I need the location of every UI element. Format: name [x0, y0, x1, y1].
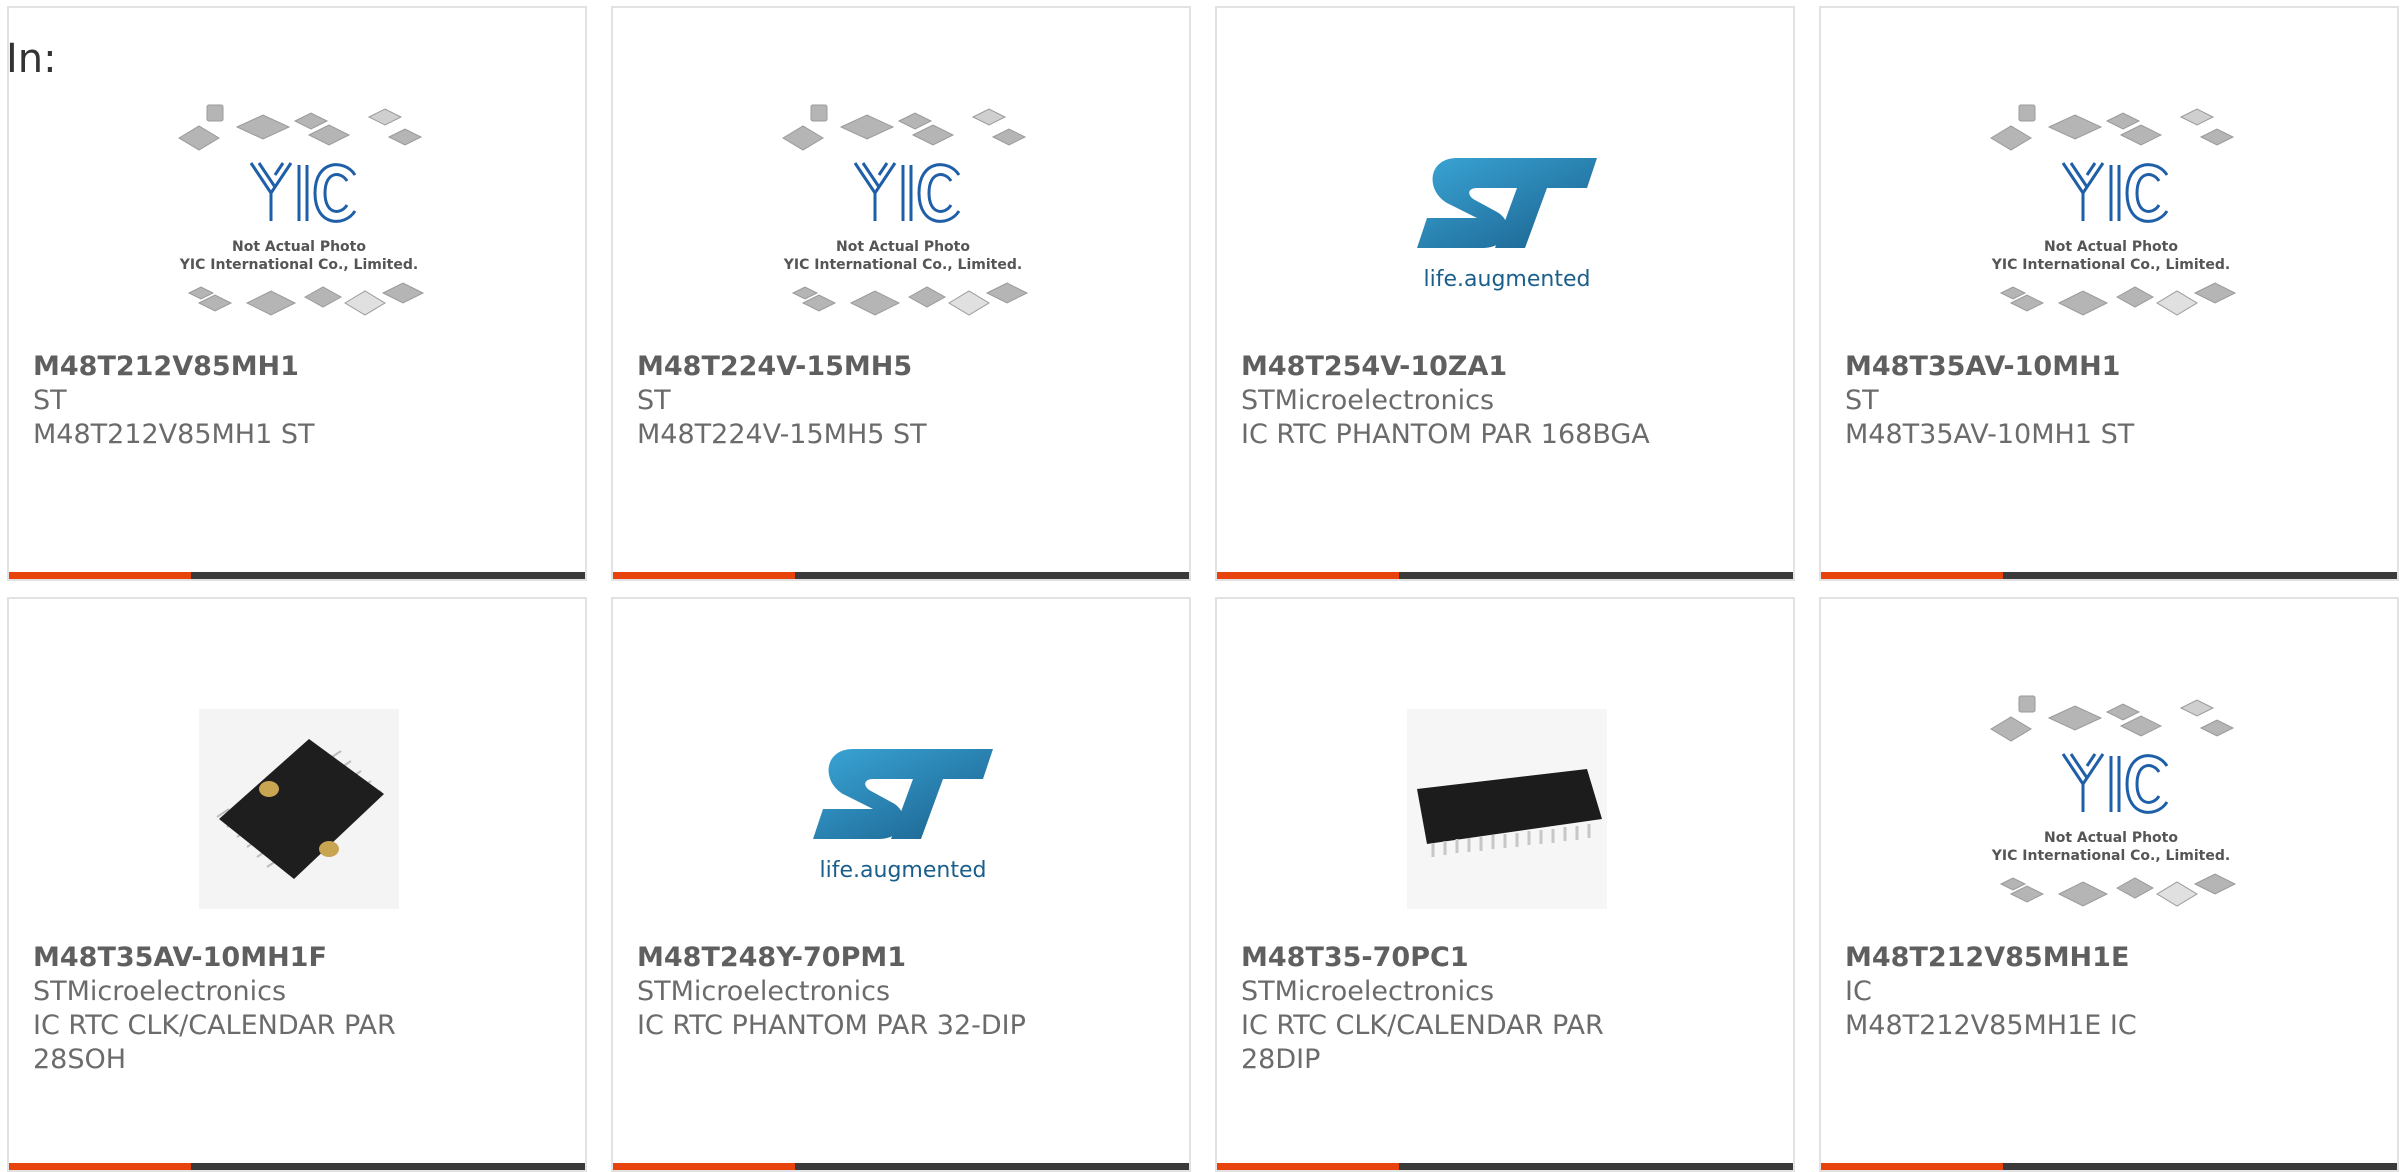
card-bottom-bar	[9, 1163, 585, 1170]
product-part-number[interactable]: M48T35AV-10MH1F	[33, 941, 561, 975]
card-bottom-bar	[1217, 1163, 1793, 1170]
product-card[interactable]: M48T35-70PC1 STMicroelectronics IC RTC CLK…	[1215, 597, 1795, 1172]
card-accent-bar	[613, 1163, 795, 1170]
card-accent-bar	[1821, 1163, 2003, 1170]
product-image[interactable]: life.augmented	[1367, 93, 1647, 343]
product-description: IC RTC PHANTOM PAR 168BGA	[1241, 419, 1650, 450]
st-logo-image: life.augmented	[1397, 138, 1617, 298]
product-description: 28SOH	[33, 1044, 127, 1075]
product-info: M48T248Y-70PM1 STMicroelectronics IC RTC P…	[637, 941, 1165, 1043]
product-image[interactable]: Not Actual Photo YIC International Co., …	[1971, 684, 2251, 934]
product-grid: Not Actual Photo YIC International Co., …	[7, 6, 2399, 1172]
card-accent-bar	[1217, 572, 1399, 579]
product-description: 28DIP	[1241, 1044, 1321, 1075]
product-info: M48T224V-15MH5 ST M48T224V-15MH5 ST	[637, 350, 1165, 452]
product-brand: STMicroelectronics	[33, 976, 287, 1007]
svg-text:Not Actual Photo: Not Actual Photo	[232, 239, 366, 255]
card-bottom-bar	[9, 572, 585, 579]
product-brand: STMicroelectronics	[1241, 385, 1495, 416]
placeholder-image: Not Actual Photo YIC International Co., …	[763, 93, 1043, 343]
product-image[interactable]: Not Actual Photo YIC International Co., …	[1971, 93, 2251, 343]
product-part-number[interactable]: M48T254V-10ZA1	[1241, 350, 1769, 384]
placeholder-image: Not Actual Photo YIC International Co., …	[1971, 684, 2251, 934]
product-brand: ST	[33, 385, 67, 416]
product-card[interactable]: life.augmented M48T254V-10ZA1 STMicroelec…	[1215, 6, 1795, 581]
card-bottom-bar	[613, 572, 1189, 579]
product-card[interactable]: life.augmented M48T248Y-70PM1 STMicroelec…	[611, 597, 1191, 1172]
product-card[interactable]: M48T35AV-10MH1F STMicroelectronics IC RTC …	[7, 597, 587, 1172]
product-description: M48T224V-15MH5 ST	[637, 419, 927, 450]
svg-text:YIC International Co., Limited: YIC International Co., Limited.	[1991, 257, 2230, 273]
product-image[interactable]	[1367, 684, 1647, 934]
placeholder-image: Not Actual Photo YIC International Co., …	[159, 93, 439, 343]
product-description: IC RTC PHANTOM PAR 32-DIP	[637, 1010, 1026, 1041]
product-part-number[interactable]: M48T212V85MH1	[33, 350, 561, 384]
card-bottom-bar	[1821, 1163, 2397, 1170]
card-bottom-bar	[613, 1163, 1189, 1170]
product-image[interactable]: life.augmented	[763, 684, 1043, 934]
card-bottom-bar	[1821, 572, 2397, 579]
st-logo-image: life.augmented	[793, 729, 1013, 889]
card-accent-bar	[9, 1163, 191, 1170]
product-part-number[interactable]: M48T35AV-10MH1	[1845, 350, 2373, 384]
placeholder-image: Not Actual Photo YIC International Co., …	[1971, 93, 2251, 343]
card-bottom-bar	[1217, 572, 1793, 579]
product-image[interactable]: Not Actual Photo YIC International Co., …	[763, 93, 1043, 343]
svg-text:YIC International Co., Limited: YIC International Co., Limited.	[783, 257, 1022, 273]
product-description: M48T35AV-10MH1 ST	[1845, 419, 2135, 450]
product-card[interactable]: Not Actual Photo YIC International Co., …	[1819, 6, 2399, 581]
product-info: M48T35-70PC1 STMicroelectronics IC RTC CLK…	[1241, 941, 1769, 1077]
chip-photo	[199, 709, 399, 909]
product-brand: ST	[1845, 385, 1879, 416]
card-accent-bar	[1821, 572, 2003, 579]
card-accent-bar	[1217, 1163, 1399, 1170]
chip-photo	[1407, 709, 1607, 909]
in-label: In:	[6, 36, 57, 82]
product-card[interactable]: Not Actual Photo YIC International Co., …	[611, 6, 1191, 581]
svg-text:YIC International Co., Limited: YIC International Co., Limited.	[1991, 848, 2230, 864]
card-accent-bar	[613, 572, 795, 579]
product-image[interactable]: Not Actual Photo YIC International Co., …	[159, 93, 439, 343]
svg-text:Not Actual Photo: Not Actual Photo	[836, 239, 970, 255]
svg-text:YIC International Co., Limited: YIC International Co., Limited.	[179, 257, 418, 273]
product-info: M48T212V85MH1 ST M48T212V85MH1 ST	[33, 350, 561, 452]
product-brand: ST	[637, 385, 671, 416]
product-card[interactable]: Not Actual Photo YIC International Co., …	[7, 6, 587, 581]
svg-text:life.augmented: life.augmented	[1424, 267, 1591, 292]
product-part-number[interactable]: M48T35-70PC1	[1241, 941, 1769, 975]
product-part-number[interactable]: M48T248Y-70PM1	[637, 941, 1165, 975]
card-accent-bar	[9, 572, 191, 579]
svg-text:life.augmented: life.augmented	[820, 858, 987, 883]
product-info: M48T212V85MH1E IC M48T212V85MH1E IC	[1845, 941, 2373, 1043]
product-description: IC RTC CLK/CALENDAR PAR	[33, 1010, 396, 1041]
product-description: M48T212V85MH1E IC	[1845, 1010, 2137, 1041]
product-part-number[interactable]: M48T224V-15MH5	[637, 350, 1165, 384]
product-info: M48T35AV-10MH1 ST M48T35AV-10MH1 ST	[1845, 350, 2373, 452]
product-brand: IC	[1845, 976, 1872, 1007]
product-card[interactable]: Not Actual Photo YIC International Co., …	[1819, 597, 2399, 1172]
product-brand: STMicroelectronics	[637, 976, 891, 1007]
product-description: IC RTC CLK/CALENDAR PAR	[1241, 1010, 1604, 1041]
product-part-number[interactable]: M48T212V85MH1E	[1845, 941, 2373, 975]
product-description: M48T212V85MH1 ST	[33, 419, 315, 450]
product-image[interactable]	[159, 684, 439, 934]
svg-text:Not Actual Photo: Not Actual Photo	[2044, 239, 2178, 255]
product-info: M48T254V-10ZA1 STMicroelectronics IC RTC P…	[1241, 350, 1769, 452]
product-brand: STMicroelectronics	[1241, 976, 1495, 1007]
svg-text:Not Actual Photo: Not Actual Photo	[2044, 830, 2178, 846]
product-info: M48T35AV-10MH1F STMicroelectronics IC RTC …	[33, 941, 561, 1077]
